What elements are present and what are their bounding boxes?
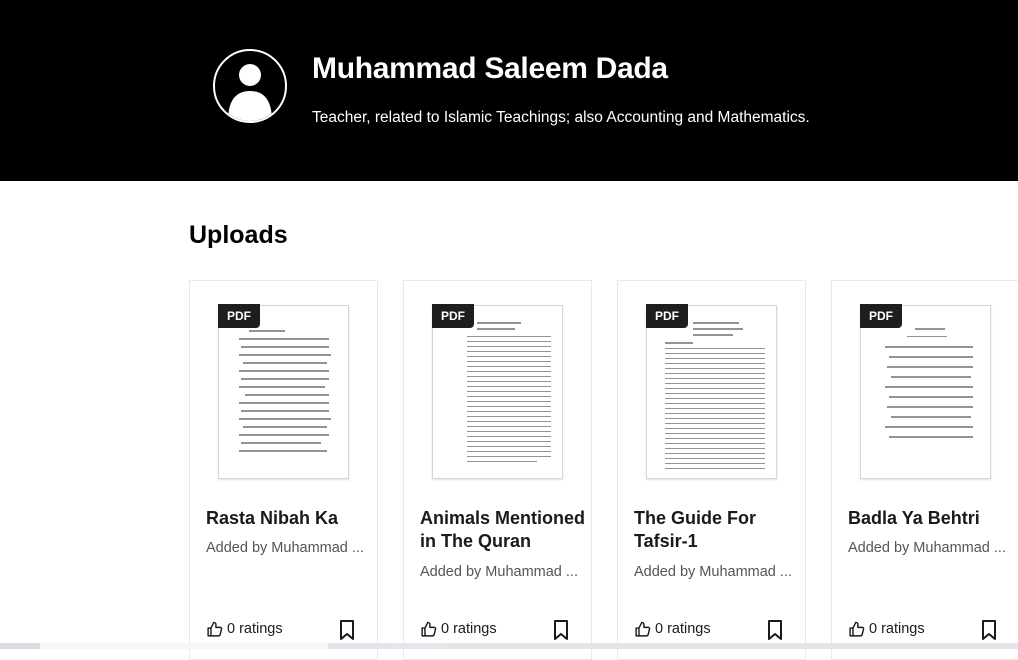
ratings-count: 0 ratings xyxy=(869,621,925,637)
bottom-strip-segment xyxy=(40,643,328,649)
pdf-badge: PDF xyxy=(646,304,688,328)
profile-name: Muhammad Saleem Dada xyxy=(312,52,668,85)
pdf-badge: PDF xyxy=(860,304,902,328)
profile-header: Muhammad Saleem Dada Teacher, related to… xyxy=(0,0,1018,181)
bookmark-icon[interactable] xyxy=(339,619,355,641)
ratings[interactable]: 0 ratings xyxy=(634,619,711,639)
ratings-count: 0 ratings xyxy=(227,621,283,637)
document-thumbnail[interactable] xyxy=(218,305,349,479)
ratings[interactable]: 0 ratings xyxy=(420,619,497,639)
document-card[interactable]: PDF Rasta Nibah Ka Added by Muhammad ...… xyxy=(189,280,378,660)
bookmark-icon[interactable] xyxy=(553,619,569,641)
document-thumbnail[interactable] xyxy=(432,305,563,479)
ratings-count: 0 ratings xyxy=(655,621,711,637)
document-title[interactable]: Rasta Nibah Ka xyxy=(206,507,371,530)
thumbs-up-icon xyxy=(421,621,437,637)
document-thumbnail[interactable] xyxy=(646,305,777,479)
document-thumbnail[interactable] xyxy=(860,305,991,479)
document-card[interactable]: PDF Badla Ya Behtri Added by Muhammad ..… xyxy=(831,280,1018,660)
bottom-strip xyxy=(0,643,1018,649)
thumbs-up-icon xyxy=(207,621,223,637)
document-author[interactable]: Added by Muhammad ... xyxy=(848,540,1013,556)
document-author[interactable]: Added by Muhammad ... xyxy=(420,564,585,580)
document-title[interactable]: The Guide For Tafsir-1 xyxy=(634,507,799,553)
document-author[interactable]: Added by Muhammad ... xyxy=(634,564,799,580)
bookmark-icon[interactable] xyxy=(767,619,783,641)
ratings-count: 0 ratings xyxy=(441,621,497,637)
thumbs-up-icon xyxy=(635,621,651,637)
ratings[interactable]: 0 ratings xyxy=(848,619,925,639)
avatar xyxy=(213,49,287,123)
document-card[interactable]: PDF The Guide For Tafsir-1 Added by Muha… xyxy=(617,280,806,660)
bookmark-icon[interactable] xyxy=(981,619,997,641)
document-title[interactable]: Badla Ya Behtri xyxy=(848,507,1013,530)
uploads-heading: Uploads xyxy=(189,221,288,249)
document-card[interactable]: PDF Animals Mentioned in The Quran Added… xyxy=(403,280,592,660)
ratings[interactable]: 0 ratings xyxy=(206,619,283,639)
document-author[interactable]: Added by Muhammad ... xyxy=(206,540,371,556)
pdf-badge: PDF xyxy=(218,304,260,328)
user-silhouette-icon xyxy=(228,64,272,121)
document-title[interactable]: Animals Mentioned in The Quran xyxy=(420,507,585,553)
profile-bio: Teacher, related to Islamic Teachings; a… xyxy=(312,109,810,126)
thumbs-up-icon xyxy=(849,621,865,637)
pdf-badge: PDF xyxy=(432,304,474,328)
